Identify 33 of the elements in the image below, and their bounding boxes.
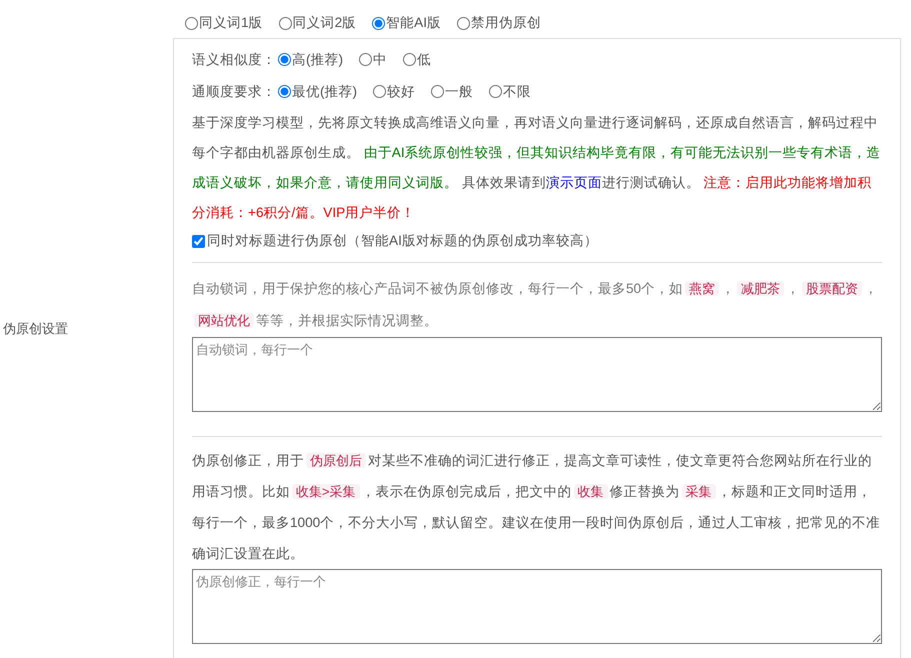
settings-label: 伪原创设置	[2, 320, 68, 338]
radio-button[interactable]	[185, 17, 198, 30]
radio-button[interactable]	[372, 17, 386, 30]
lock-words-description: 自动锁词，用于保护您的核心产品词不被伪原创修改，每行一个，最多50个，如 燕窝 ， 减肥茶 ， 股票配资 ， 网站优化 等等，并根据实际情况调整。	[192, 280, 880, 330]
option-choice-label[interactable]: 中	[373, 50, 388, 70]
corrections-description: 伪原创修正，用于 伪原创后 对某些不准确的词汇进行修正，提高文章可读性，使文章更符合您网站所在行业的用语习惯。比如 收集>采集 ，表示在伪原创完成后，把文中的 收集 修正替换为 采集 ，标题和正文同时适用，每行一个，最多1000个，不分大小写，默认留空。建议在使用一段时间伪原创后，通过人工审核，把常见的不准确词汇设置在此。	[192, 452, 882, 564]
checkbox[interactable]	[192, 234, 205, 248]
title-option-label[interactable]: 同时对标题进行伪原创（智能AI版对标题的伪原创成功率较高）	[207, 230, 598, 252]
mode-label[interactable]: 同义词2版	[292, 13, 356, 34]
radio-button[interactable]	[456, 17, 470, 30]
mode-label[interactable]: 同义词1版	[199, 13, 263, 34]
radio-button[interactable]	[431, 85, 444, 98]
lock-words-field[interactable]: 自动锁词，每行一个	[192, 337, 882, 412]
option-choice-label[interactable]: 低	[417, 50, 432, 70]
demo-link[interactable]: 演示页面	[546, 175, 602, 190]
option-choice-label[interactable]: 不限	[503, 82, 532, 102]
radio-button[interactable]	[278, 53, 291, 66]
option-choice-label[interactable]: 最优(推荐)	[292, 82, 358, 102]
radio-button[interactable]	[359, 53, 372, 66]
mode-label[interactable]: 智能AI版	[386, 13, 441, 34]
option-choice-label[interactable]: 一般	[445, 82, 474, 102]
radio-button[interactable]	[403, 53, 416, 66]
radio-button[interactable]	[489, 85, 502, 98]
option-choice-label[interactable]: 较好	[387, 82, 416, 102]
radio-button[interactable]	[278, 17, 292, 30]
option-label: 语义相似度：	[192, 50, 276, 69]
radio-button[interactable]	[278, 85, 291, 98]
ai-description: 基于深度学习模型，先将原文转换成高维语义向量，再对语义向量进行逐词解码，还原成自然语言，解码过程中每个字都由机器原创生成。 由于AI系统原创性较强，但其知识结构毕竟有限，有可能无法识别一些专有术语，造成语义破坏，如果介意，请使用同义词版。 具体效果请到演示页面进行测试确认。 注意：启用此功能将增加积分消耗：+6积分/篇。VIP用户半价！	[192, 114, 882, 222]
corrections-field[interactable]: 伪原创修正，每行一个	[192, 569, 882, 644]
mode-label[interactable]: 禁用伪原创	[470, 13, 541, 34]
radio-button[interactable]	[373, 85, 386, 98]
option-label: 通顺度要求：	[192, 82, 276, 101]
option-choice-label[interactable]: 高(推荐)	[292, 50, 344, 70]
